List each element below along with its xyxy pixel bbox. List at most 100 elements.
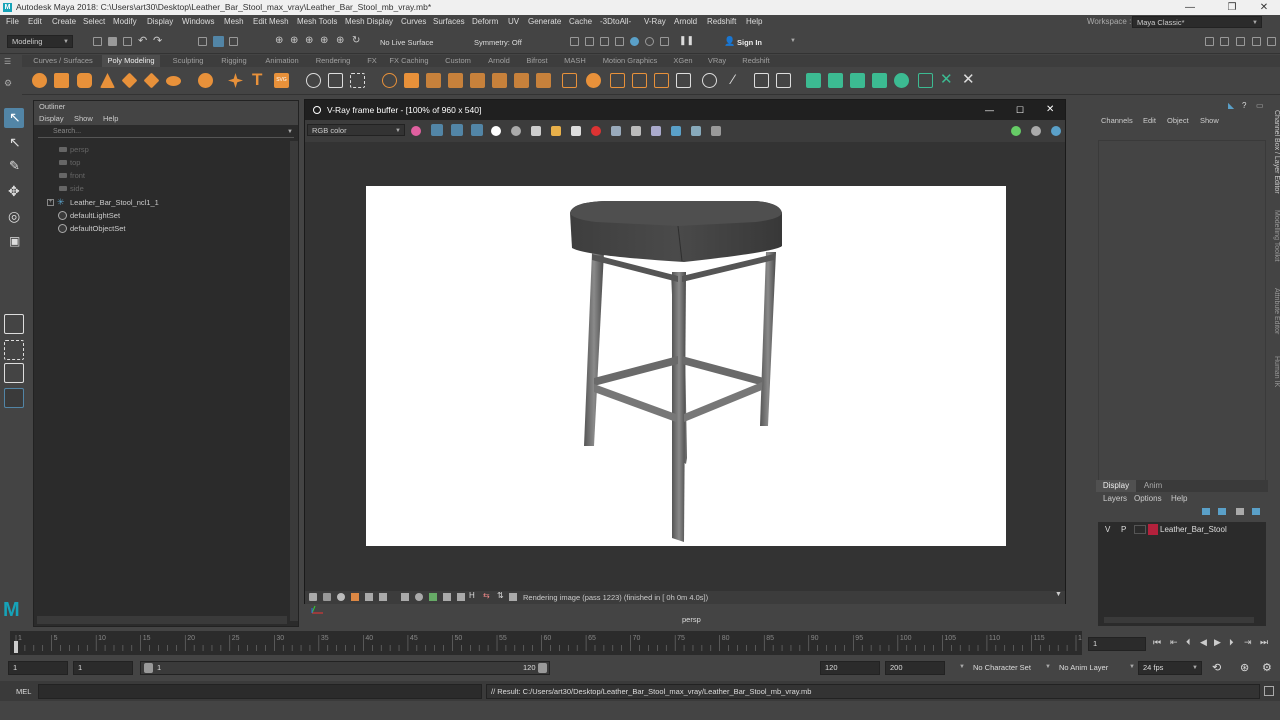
range-slider[interactable]: 1 120 [140,661,550,675]
snap-view-icon[interactable]: ⊕ [320,35,328,46]
menu-generate[interactable]: Generate [528,15,561,29]
outliner-search-input[interactable]: Search... [38,126,294,138]
outliner-item-top[interactable]: top [34,156,284,169]
layers-menu-help[interactable]: Help [1171,494,1187,503]
select-object-icon[interactable] [213,36,224,47]
menu-edit[interactable]: Edit [28,15,42,29]
play-forward-icon[interactable]: ▶ [1214,637,1221,648]
flip-h-icon[interactable]: ⇆ [483,591,490,600]
tab-bifrost[interactable]: Bifrost [520,55,554,67]
auto-key-icon[interactable]: ⊛ [1240,661,1249,674]
snap-surface-icon[interactable]: ⊕ [336,35,344,46]
outliner-item-persp[interactable]: persp [34,143,284,156]
go-to-end-icon[interactable]: ⏭ [1260,637,1268,648]
tab-vray[interactable]: VRay [704,55,730,67]
chevron-down-icon[interactable]: ▼ [1129,664,1135,670]
menu-modify[interactable]: Modify [113,15,137,29]
lasso-tool-icon[interactable]: ↖ [4,133,24,153]
outliner-h-scrollbar[interactable] [37,616,287,624]
live-surface-label[interactable]: No Live Surface [380,38,433,47]
layer-reference-toggle[interactable] [1134,525,1146,534]
symmetry-label[interactable]: Symmetry: Off [474,38,522,47]
outliner-layout-icon[interactable] [4,388,24,408]
menu-redshift[interactable]: Redshift [707,15,736,29]
move-tool-icon[interactable]: ✥ [4,182,24,202]
menu-set-dropdown[interactable]: Modeling ▼ [7,35,73,48]
side-tab-attribute-editor[interactable]: Attribute Editor [1270,288,1280,348]
panel-float-icon[interactable]: ▭ [1256,101,1264,110]
bridge-icon[interactable] [426,73,441,88]
toggle-attribute-editor-icon[interactable] [1220,37,1229,46]
tab-custom[interactable]: Custom [440,55,476,67]
pause-icon[interactable]: ❚❚ [679,35,694,46]
playback-end-field[interactable]: 120 [820,661,880,675]
character-set-label[interactable]: No Character Set [973,663,1031,672]
test-resolution-icon[interactable] [509,593,517,601]
playback-start-field[interactable]: 1 [73,661,133,675]
menu-display[interactable]: Display [147,15,173,29]
poly-disc-icon[interactable] [166,76,181,86]
render-view-icon[interactable] [570,37,579,46]
panel-help-icon[interactable]: ? [1242,101,1246,110]
multi-cut-icon[interactable]: ⁄ [732,71,734,87]
menu-arnold[interactable]: Arnold [674,15,697,29]
channel-dropdown[interactable]: RGB color ▼ [307,124,405,136]
layer-h-scrollbar[interactable] [1104,617,1254,623]
command-input[interactable] [38,684,482,699]
snap-curve-icon[interactable]: ⊕ [290,35,298,46]
poly-torus-icon[interactable] [121,72,138,89]
rotate-tool-icon[interactable]: ◎ [4,207,24,227]
tab-rigging[interactable]: Rigging [214,55,254,67]
wedge-icon[interactable] [562,73,577,88]
persp-outliner-layout-icon[interactable] [4,363,24,383]
anim-layer-label[interactable]: No Anim Layer [1059,663,1108,672]
step-back-key-icon[interactable]: ⇤ [1170,637,1178,648]
bevel-icon[interactable] [448,73,463,88]
outliner-item-default-light-set[interactable]: defaultLightSet [34,209,284,222]
chevron-down-icon[interactable]: ▼ [1055,591,1062,598]
select-component-icon[interactable] [229,37,238,46]
blue-channel-icon[interactable] [471,124,483,136]
toggle-modeling-toolkit-icon[interactable] [1205,37,1214,46]
four-view-layout-icon[interactable] [4,340,24,360]
sign-in-button[interactable]: Sign In [737,38,762,47]
alpha-channel-icon[interactable] [491,126,501,136]
svg-tool-icon[interactable]: SVG [274,73,289,88]
snap-grid-icon[interactable]: ⊕ [275,35,283,46]
menu-3dtoall[interactable]: -3DtoAll- [600,15,631,29]
open-scene-icon[interactable] [108,37,117,46]
lut-icon[interactable] [401,593,409,601]
menu-help[interactable]: Help [746,15,762,29]
spherical-map-icon[interactable] [872,73,887,88]
pixel-aspect-icon[interactable] [443,593,451,601]
render-setup-icon[interactable] [645,37,654,46]
render-settings-icon[interactable] [615,37,624,46]
merge-icon[interactable] [470,73,485,88]
layers-menu-layers[interactable]: Layers [1103,494,1127,503]
type-tool-icon[interactable]: T [252,70,262,90]
new-layer-selected-icon[interactable] [1252,508,1260,515]
redo-icon[interactable]: ↷ [153,34,162,47]
step-back-frame-icon[interactable]: ⏴ [1186,637,1191,648]
menu-create[interactable]: Create [52,15,76,29]
outliner-item-leather-bar-stool[interactable]: + ✳ Leather_Bar_Stool_ncl1_1 [34,196,284,209]
animation-start-field[interactable]: 1 [8,661,68,675]
track-mouse-icon[interactable] [631,126,641,136]
light-editor-icon[interactable] [660,37,669,46]
side-tab-channel-box[interactable]: Channel Box / Layer Editor [1270,110,1280,200]
menu-uv[interactable]: UV [508,15,519,29]
side-tab-human-ik[interactable]: Human IK [1270,356,1280,396]
menu-select[interactable]: Select [83,15,105,29]
circularize-icon[interactable] [586,73,601,88]
ipr-render-icon[interactable] [600,37,609,46]
detach-icon[interactable] [654,73,669,88]
lens-effects-icon[interactable] [1031,126,1041,136]
poly-sphere-icon[interactable] [32,73,47,88]
layer-row-leather-bar-stool[interactable]: V P Leather_Bar_Stool [1098,523,1266,536]
tab-arnold[interactable]: Arnold [482,55,516,67]
panel-options-icon[interactable]: ◣ [1228,101,1234,110]
shelf-gear-icon[interactable]: ⚙ [4,78,12,89]
automatic-map-icon[interactable] [894,73,909,88]
layer-color-swatch[interactable] [1148,524,1158,535]
animation-prefs-icon[interactable]: ⚙ [1262,661,1272,674]
